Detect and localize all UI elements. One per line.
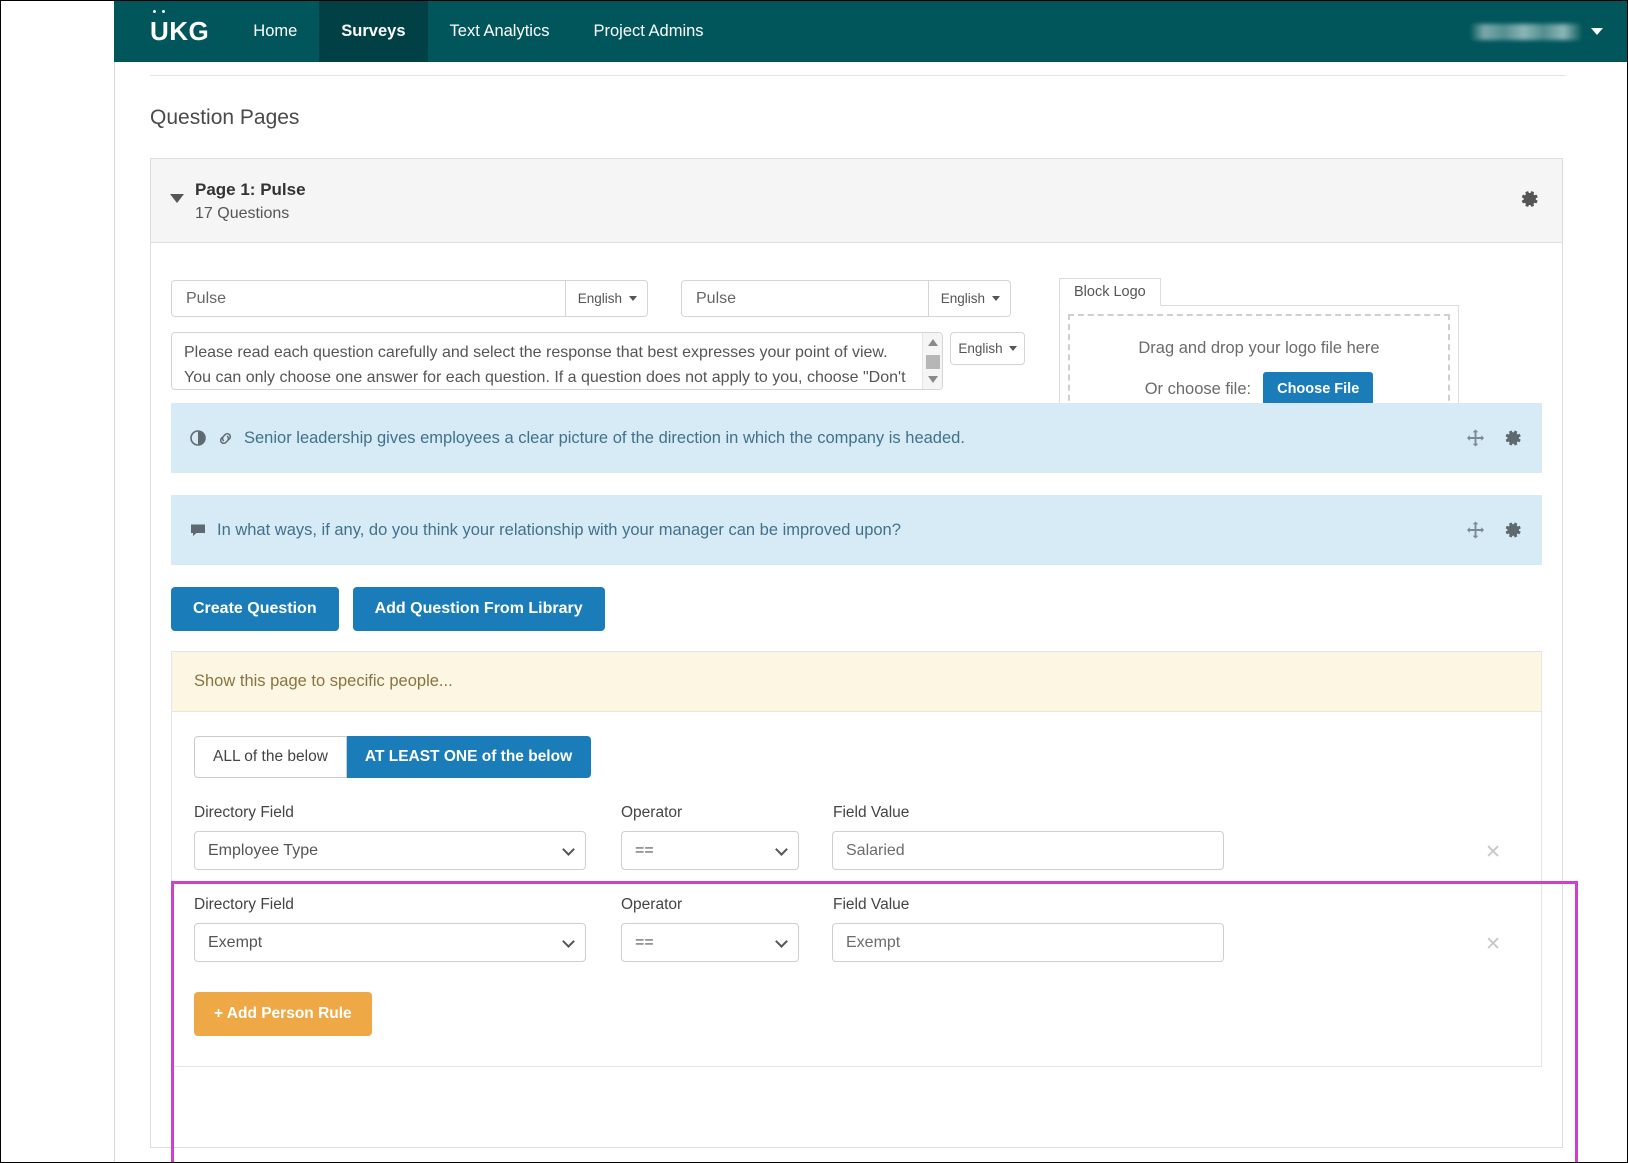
rule-labels: Directory Field Operator Field Value xyxy=(194,896,1519,923)
rule-labels: Directory Field Operator Field Value xyxy=(194,804,1519,831)
remove-rule-button[interactable]: ✕ xyxy=(1485,843,1501,862)
question-tools xyxy=(1466,521,1522,540)
link-icon xyxy=(217,430,234,447)
logo-drop-text: Drag and drop your logo file here xyxy=(1138,339,1380,357)
question-row[interactable]: Senior leadership gives employees a clea… xyxy=(171,403,1542,473)
divider xyxy=(150,75,1565,76)
add-person-rule-button[interactable]: + Add Person Rule xyxy=(194,992,372,1036)
conditions-header: Show this page to specific people... xyxy=(172,652,1541,712)
page-title-language-value: English xyxy=(577,291,622,306)
operator-select[interactable]: == xyxy=(621,831,799,870)
create-question-button[interactable]: Create Question xyxy=(171,587,339,631)
page-subtitle-input-group: Pulse English xyxy=(681,280,1011,317)
label-directory-field: Directory Field xyxy=(194,896,294,913)
label-field-value: Field Value xyxy=(833,804,910,821)
scroll-down-arrow-icon[interactable] xyxy=(928,376,938,383)
user-name-redacted xyxy=(1471,23,1581,40)
rule-fields: Exempt == Exempt xyxy=(194,923,1519,962)
question-tools xyxy=(1466,429,1522,448)
directory-field-value: Employee Type xyxy=(208,841,318,859)
page-title-input-group: Pulse English xyxy=(171,280,648,317)
field-value-input[interactable]: Exempt xyxy=(832,923,1224,962)
rating-scale-icon xyxy=(189,429,207,447)
comment-icon xyxy=(189,521,207,539)
person-rule-row: Directory Field Operator Field Value Emp… xyxy=(194,804,1519,870)
gear-icon[interactable] xyxy=(1503,429,1522,448)
nav-item-home[interactable]: Home xyxy=(231,1,319,62)
top-navigation-bar: U KG Home Surveys Text Analytics Project … xyxy=(114,1,1627,62)
operator-select[interactable]: == xyxy=(621,923,799,962)
gear-icon[interactable] xyxy=(1519,189,1539,209)
collapse-caret-icon[interactable] xyxy=(170,194,184,203)
ukg-logo-u: U xyxy=(150,10,170,46)
label-operator: Operator xyxy=(621,896,683,913)
page-subtitle-language-value: English xyxy=(940,291,985,306)
question-actions: Create Question Add Question From Librar… xyxy=(171,587,1542,651)
condition-match-toggle: ALL of the below AT LEAST ONE of the bel… xyxy=(194,736,592,778)
chevron-down-icon xyxy=(775,843,788,856)
label-field-value: Field Value xyxy=(833,896,910,913)
nav-user-area xyxy=(1471,1,1627,62)
operator-value: == xyxy=(635,841,654,859)
chevron-down-icon xyxy=(562,935,575,948)
chevron-down-icon xyxy=(992,296,1000,301)
operator-value: == xyxy=(635,933,654,951)
page-block-question-count: 17 Questions xyxy=(195,205,290,222)
add-question-from-library-button[interactable]: Add Question From Library xyxy=(352,587,605,631)
directory-field-select[interactable]: Exempt xyxy=(194,923,586,962)
label-operator: Operator xyxy=(621,804,683,821)
page-block-title: Page 1: Pulse xyxy=(195,180,306,199)
move-icon[interactable] xyxy=(1466,521,1485,540)
move-icon[interactable] xyxy=(1466,429,1485,448)
nav-item-surveys[interactable]: Surveys xyxy=(319,1,428,62)
chevron-down-icon xyxy=(629,296,637,301)
scroll-up-arrow-icon[interactable] xyxy=(928,339,938,346)
scrollbar-thumb[interactable] xyxy=(926,355,940,369)
page-block-header: Page 1: Pulse 17 Questions xyxy=(151,159,1562,243)
page-description-language-select[interactable]: English xyxy=(950,332,1025,365)
directory-field-select[interactable]: Employee Type xyxy=(194,831,586,870)
toggle-all-of-below[interactable]: ALL of the below xyxy=(194,736,347,778)
chevron-down-icon xyxy=(562,843,575,856)
person-rule-row: Directory Field Operator Field Value Exe… xyxy=(194,896,1519,962)
choose-file-button[interactable]: Choose File xyxy=(1263,372,1374,406)
field-value-input[interactable]: Salaried xyxy=(832,831,1224,870)
page-subtitle-input[interactable]: Pulse xyxy=(682,290,928,308)
question-page-panel: Page 1: Pulse 17 Questions Pulse English xyxy=(150,158,1578,1162)
question-row[interactable]: In what ways, if any, do you think your … xyxy=(171,495,1542,565)
page-conditions-section: Show this page to specific people... ALL… xyxy=(171,651,1542,1067)
rule-fields: Employee Type == Salaried xyxy=(194,831,1519,870)
description-scrollbar[interactable] xyxy=(922,333,942,389)
conditions-body: ALL of the below AT LEAST ONE of the bel… xyxy=(172,712,1541,1066)
logo-choose-row: Or choose file: Choose File xyxy=(1145,372,1374,406)
page-description-textarea-group: Please read each question carefully and … xyxy=(171,332,943,390)
ukg-logo-kg: KG xyxy=(169,16,210,46)
chevron-down-icon[interactable] xyxy=(1591,28,1603,35)
page-content: Question Pages Page 1: Pulse 17 Question… xyxy=(114,62,1627,1162)
page-description-language-value: English xyxy=(958,341,1003,356)
remove-rule-button[interactable]: ✕ xyxy=(1485,935,1501,954)
page-title-language-select[interactable]: English xyxy=(564,281,647,316)
nav-item-text-analytics[interactable]: Text Analytics xyxy=(428,1,572,62)
block-logo-tab-label: Block Logo xyxy=(1059,278,1161,306)
question-text: Senior leadership gives employees a clea… xyxy=(244,428,965,447)
chevron-down-icon xyxy=(1008,346,1017,351)
chevron-down-icon xyxy=(775,935,788,948)
toggle-at-least-one-of-below[interactable]: AT LEAST ONE of the below xyxy=(346,736,592,778)
page-description-textarea[interactable]: Please read each question carefully and … xyxy=(172,333,922,389)
page-title-input[interactable]: Pulse xyxy=(172,290,565,308)
logo-choose-label: Or choose file: xyxy=(1144,379,1252,398)
nav-item-project-admins[interactable]: Project Admins xyxy=(571,1,725,62)
question-text: In what ways, if any, do you think your … xyxy=(217,520,901,539)
directory-field-value: Exempt xyxy=(208,933,263,951)
label-directory-field: Directory Field xyxy=(194,804,294,821)
gear-icon[interactable] xyxy=(1503,521,1522,540)
page-title: Question Pages xyxy=(150,106,300,129)
app-screenshot: U KG Home Surveys Text Analytics Project … xyxy=(0,0,1628,1163)
page-block-body: Pulse English Pulse English Please read … xyxy=(151,243,1562,440)
ukg-logo[interactable]: U KG xyxy=(114,1,231,62)
page-subtitle-language-select[interactable]: English xyxy=(927,281,1010,316)
